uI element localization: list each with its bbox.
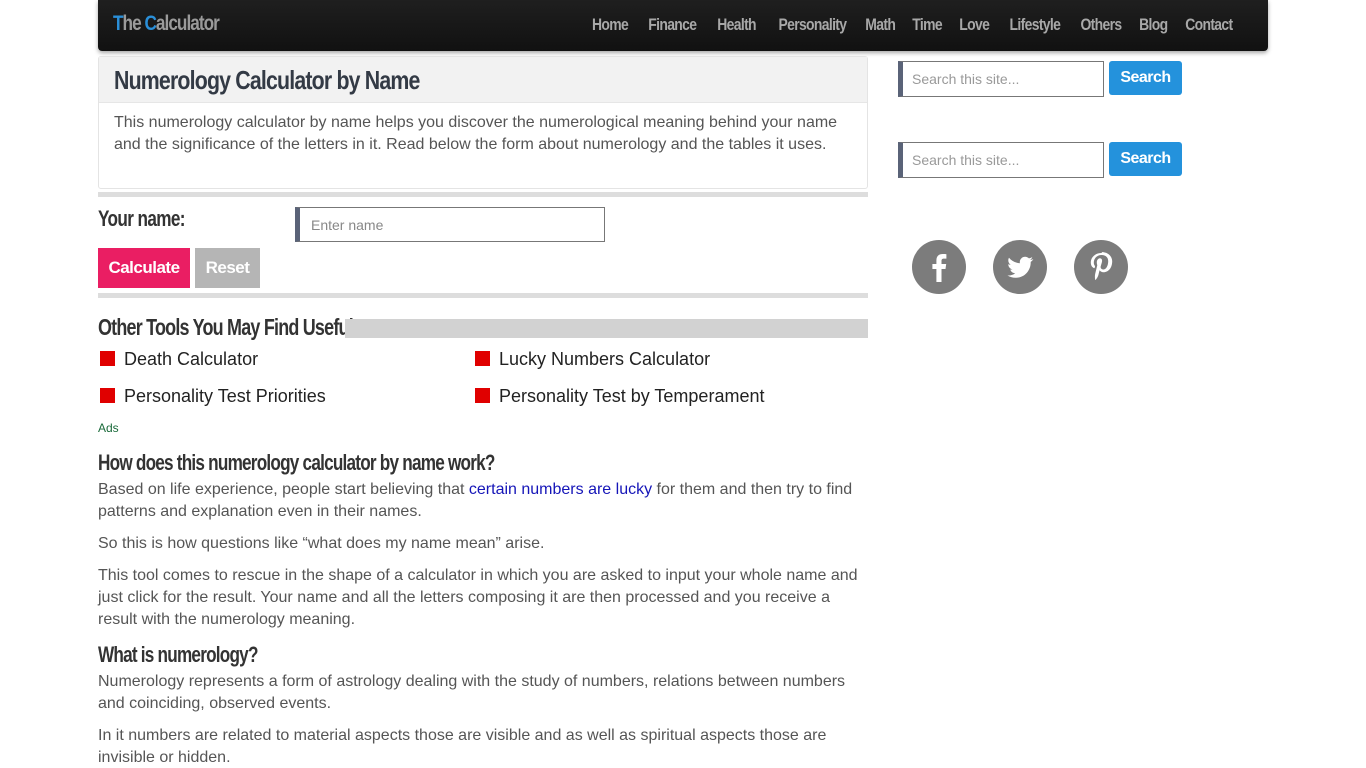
section-heading-how-it-works: How does this numerology calculator by n… [98, 450, 495, 475]
bullet-square-icon [100, 351, 115, 366]
logo-letter-t: T [113, 12, 123, 35]
section-heading-what-is-numerology: What is numerology? [98, 642, 258, 667]
paragraph: Numerology represents a form of astrolog… [98, 673, 846, 712]
tool-link-label: Personality Test by Temperament [499, 386, 765, 406]
paragraph: This tool comes to rescue in the shape o… [98, 567, 858, 628]
tool-link-label: Lucky Numbers Calculator [499, 349, 711, 369]
paragraph: In it numbers are related to material as… [98, 727, 827, 766]
logo-text: alculator [155, 12, 220, 35]
top-navbar: The Calculator Home Finance Health Perso… [98, 0, 1268, 51]
tool-link-personality-priorities[interactable]: Personality Test Priorities [100, 386, 326, 407]
nav-item-finance[interactable]: Finance [648, 15, 697, 35]
tool-link-death-calculator[interactable]: Death Calculator [100, 349, 258, 370]
twitter-icon [1007, 256, 1034, 278]
facebook-icon [932, 254, 947, 282]
intro-text: This numerology calculator by name helps… [114, 114, 838, 153]
reset-button[interactable]: Reset [195, 248, 260, 288]
nav-item-lifestyle[interactable]: Lifestyle [1010, 15, 1061, 35]
divider [98, 192, 868, 197]
sidebar-search-button[interactable]: Search [1109, 61, 1182, 95]
tool-link-personality-temperament[interactable]: Personality Test by Temperament [475, 386, 764, 407]
intro-panel: Numerology Calculator by Name This numer… [98, 56, 868, 189]
tool-link-label: Personality Test Priorities [124, 386, 326, 406]
nav-item-contact[interactable]: Contact [1186, 15, 1234, 35]
tool-link-lucky-numbers[interactable]: Lucky Numbers Calculator [475, 349, 710, 370]
facebook-button[interactable] [912, 240, 966, 294]
lucky-numbers-link[interactable]: certain numbers are lucky [469, 481, 652, 498]
logo-text: he [122, 12, 145, 35]
name-input[interactable] [295, 207, 605, 242]
nav-item-others[interactable]: Others [1080, 15, 1122, 35]
paragraph: Based on life experience, people start b… [98, 479, 868, 523]
sidebar-search-input-2[interactable] [898, 142, 1104, 178]
calculate-button[interactable]: Calculate [98, 248, 190, 288]
nav-item-love[interactable]: Love [960, 15, 991, 35]
page-title: Numerology Calculator by Name [114, 65, 420, 95]
nav-item-math[interactable]: Math [865, 15, 896, 35]
header-bar-decoration [345, 319, 868, 338]
paragraph: So this is how questions like “what does… [98, 535, 545, 552]
site-logo[interactable]: The Calculator [113, 12, 220, 36]
other-tools-title: Other Tools You May Find Useful [98, 314, 354, 340]
nav-menu: Home Finance Health Personality Math Tim… [586, 15, 1238, 35]
tool-link-label: Death Calculator [124, 349, 259, 369]
sidebar-search-input[interactable] [898, 61, 1104, 97]
nav-item-health[interactable]: Health [717, 15, 756, 35]
name-label: Your name: [98, 206, 186, 231]
paragraph-text: Based on life experience, people start b… [98, 481, 469, 498]
bullet-square-icon [475, 388, 490, 403]
nav-item-personality[interactable]: Personality [778, 15, 847, 35]
pinterest-button[interactable] [1074, 240, 1128, 294]
nav-item-time[interactable]: Time [913, 15, 943, 35]
sidebar-search-button-2[interactable]: Search [1109, 142, 1182, 176]
bullet-square-icon [475, 351, 490, 366]
nav-item-home[interactable]: Home [592, 15, 629, 35]
divider [98, 293, 868, 298]
intro-header: Numerology Calculator by Name [99, 57, 867, 103]
nav-item-blog[interactable]: Blog [1139, 15, 1168, 35]
ads-label: Ads [98, 421, 119, 435]
twitter-button[interactable] [993, 240, 1047, 294]
pinterest-icon [1090, 252, 1113, 280]
other-tools-header: Other Tools You May Find Useful [98, 314, 868, 340]
bullet-square-icon [100, 388, 115, 403]
logo-letter-c: C [144, 12, 156, 35]
